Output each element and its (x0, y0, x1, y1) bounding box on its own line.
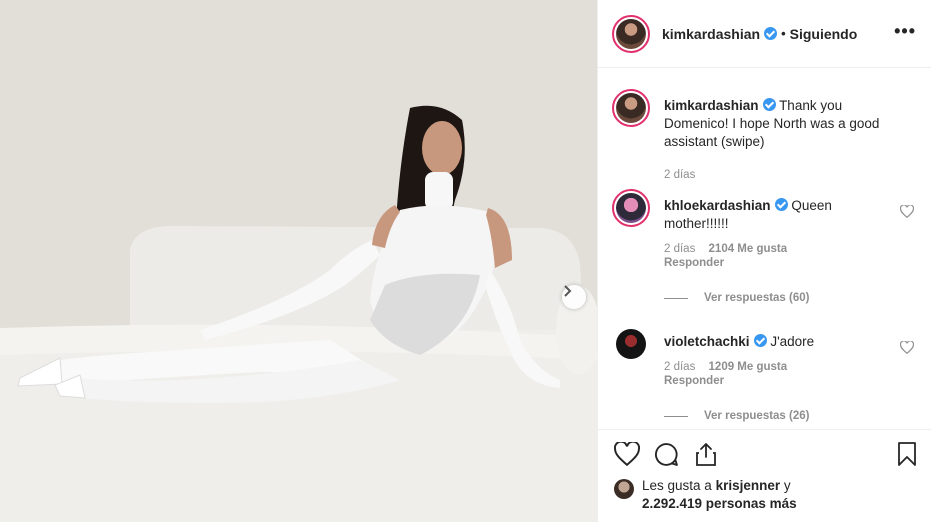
verified-badge-icon (753, 334, 767, 347)
bookmark-icon[interactable] (897, 442, 917, 467)
author-username[interactable]: kimkardashian (662, 26, 760, 42)
share-icon[interactable] (695, 442, 717, 467)
follow-status-button[interactable]: Siguiendo (790, 26, 858, 42)
comment-item: violetchachki J'adore 2 días 1209 Me gus… (612, 325, 922, 387)
verified-badge-icon (764, 27, 778, 40)
post-header: kimkardashian • Siguiendo ••• (598, 0, 931, 68)
likes-count-link[interactable]: 2.292.419 personas más (642, 496, 797, 511)
liker-avatar[interactable] (614, 479, 634, 499)
author-avatar[interactable] (612, 14, 650, 53)
likes-connector: y (783, 478, 791, 493)
comment-username[interactable]: khloekardashian (664, 198, 771, 213)
caption-username[interactable]: kimkardashian (664, 98, 759, 113)
photo-illustration (0, 0, 597, 522)
comment-heart-icon[interactable] (900, 205, 914, 218)
likes-prefix: Les gusta a (642, 478, 712, 493)
comment-likes[interactable]: 1209 Me gusta (709, 361, 788, 373)
view-replies-button[interactable]: Ver respuestas (60) (664, 292, 809, 304)
comment-username[interactable]: violetchachki (664, 334, 750, 349)
commenter-avatar[interactable] (612, 189, 650, 227)
comment-text: J'adore (770, 334, 815, 349)
reply-button[interactable]: Responder (664, 375, 922, 387)
comments-list[interactable]: kimkardashian Thank you Domenico! I hope… (598, 69, 931, 429)
comment-time[interactable]: 2 días (664, 243, 695, 255)
comment-heart-icon[interactable] (900, 341, 914, 354)
caption-time[interactable]: 2 días (664, 169, 695, 181)
caption-avatar[interactable] (612, 89, 650, 127)
comment-item: khloekardashian Queen mother!!!!!! 2 día… (612, 189, 922, 269)
likes-summary: Les gusta a krisjenner y 2.292.419 perso… (614, 477, 797, 513)
post-actions: Les gusta a krisjenner y 2.292.419 perso… (598, 429, 931, 522)
verified-badge-icon (762, 98, 776, 111)
comment-icon[interactable] (654, 442, 679, 467)
caption: kimkardashian Thank you Domenico! I hope… (612, 89, 922, 181)
next-photo-button[interactable] (562, 285, 586, 309)
reply-button[interactable]: Responder (664, 257, 922, 269)
verified-badge-icon (774, 198, 788, 211)
comment-likes[interactable]: 2104 Me gusta (709, 243, 788, 255)
post-photo[interactable] (0, 0, 597, 522)
view-replies-button[interactable]: Ver respuestas (26) (664, 410, 809, 422)
commenter-avatar[interactable] (612, 325, 650, 363)
heart-icon[interactable] (614, 442, 640, 466)
more-options-icon[interactable]: ••• (894, 22, 916, 40)
separator-dot: • (781, 26, 786, 41)
chevron-right-icon (564, 285, 572, 297)
liker-username[interactable]: krisjenner (716, 478, 781, 493)
post-side-panel: kimkardashian • Siguiendo ••• kimkardash… (597, 0, 931, 522)
comment-time[interactable]: 2 días (664, 361, 695, 373)
